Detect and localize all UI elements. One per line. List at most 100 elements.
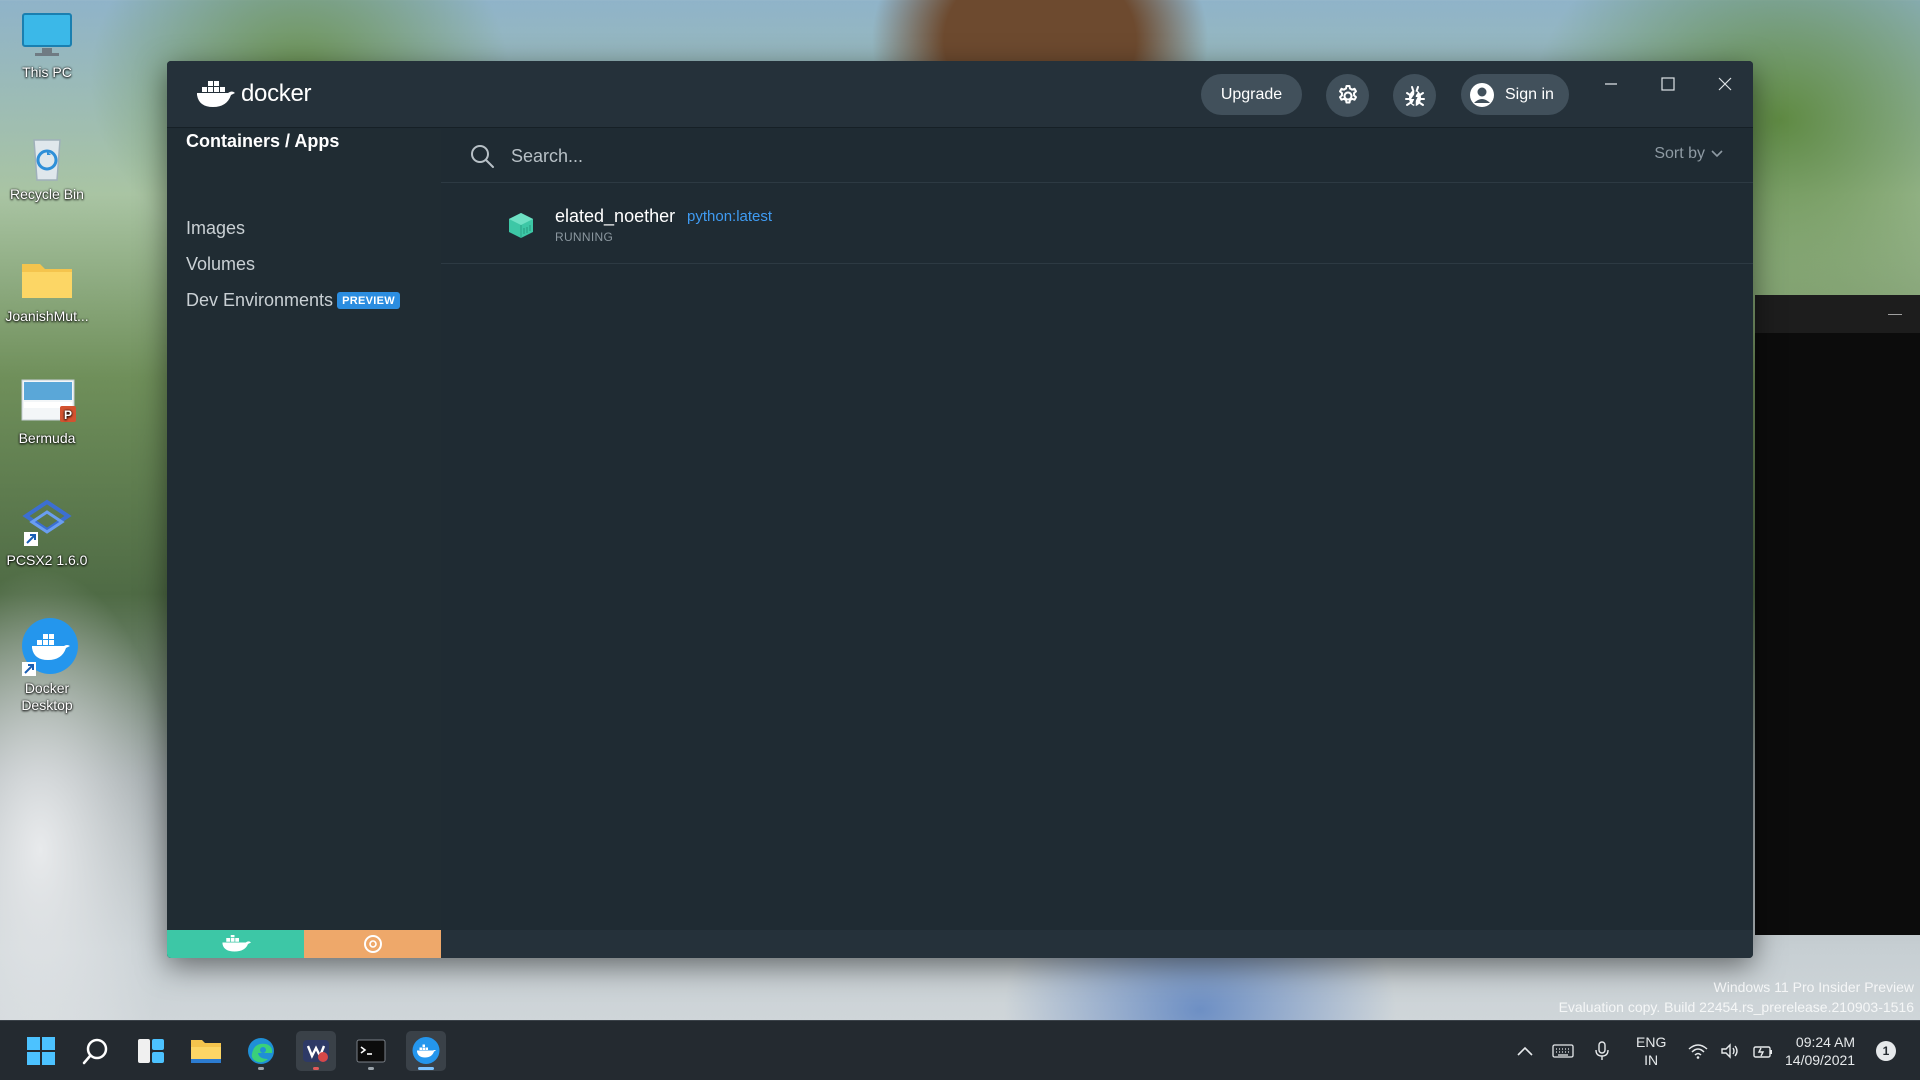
search-icon	[471, 145, 494, 168]
taskbar: ENG IN 09:24 AM 14/09/2021 1	[0, 1020, 1920, 1080]
container-image-link[interactable]: python:latest	[687, 208, 772, 225]
recycle-bin-icon	[20, 132, 74, 182]
docker-whale-icon	[412, 1037, 440, 1064]
title-bar: docker Upgrade Sign in	[167, 61, 1753, 128]
sign-in-button[interactable]: Sign in	[1461, 74, 1569, 115]
sort-by-label: Sort by	[1654, 145, 1705, 162]
language-line-2: IN	[1644, 1052, 1659, 1068]
upgrade-button[interactable]: Upgrade	[1201, 74, 1302, 115]
sidebar-item-volumes[interactable]: Volumes	[186, 254, 255, 275]
update-gear-icon	[363, 935, 382, 953]
taskbar-edge[interactable]	[241, 1031, 281, 1071]
quick-settings-button[interactable]	[1688, 1021, 1774, 1080]
edge-browser-icon	[248, 1038, 274, 1064]
user-avatar-icon	[1470, 82, 1494, 107]
powerpoint-file-icon: P	[20, 376, 76, 426]
settings-button[interactable]	[1326, 74, 1369, 117]
keyboard-icon	[1552, 1044, 1574, 1058]
engine-status-indicator[interactable]	[167, 930, 304, 958]
container-status: RUNNING	[555, 230, 614, 244]
sort-by-dropdown[interactable]: Sort by	[1654, 145, 1723, 163]
gear-icon	[1338, 84, 1357, 103]
bug-icon	[1404, 85, 1425, 106]
folder-icon	[191, 1040, 221, 1063]
task-view-button[interactable]	[131, 1031, 171, 1071]
clock[interactable]: 09:24 AM 14/09/2021	[1785, 1021, 1855, 1080]
taskbar-file-explorer[interactable]	[186, 1031, 226, 1071]
sidebar-item-dev-environments[interactable]: Dev Environments PREVIEW	[186, 290, 400, 311]
microphone-icon	[1595, 1041, 1609, 1060]
svg-text:P: P	[64, 408, 72, 422]
active-indicator	[418, 1067, 434, 1070]
main-content: Sort by elated_noether python:latest RUN…	[441, 129, 1753, 930]
maximize-icon	[1661, 77, 1675, 91]
taskbar-search-button[interactable]	[76, 1031, 116, 1071]
desktop-icon-folder[interactable]: JoanishMut...	[4, 254, 90, 325]
desktop-icon-pcsx2[interactable]: PCSX2 1.6.0	[4, 498, 90, 569]
search-bar: Sort by	[441, 129, 1753, 183]
windows-watermark: Windows 11 Pro Insider Preview Evaluatio…	[1559, 977, 1914, 1017]
minimize-icon	[1605, 83, 1617, 85]
task-view-icon	[138, 1039, 164, 1063]
language-line-1: ENG	[1636, 1034, 1667, 1050]
terminal-icon	[356, 1039, 386, 1063]
sidebar-item-label: Volumes	[186, 254, 256, 274]
desktop-icon-label: Bermuda	[18, 430, 76, 446]
volume-icon	[1721, 1043, 1738, 1059]
docker-logo-text: docker	[241, 80, 312, 107]
battery-icon	[1753, 1046, 1772, 1058]
search-icon	[82, 1038, 108, 1065]
preview-badge: PREVIEW	[337, 292, 400, 309]
clock-time: 09:24 AM	[1795, 1034, 1856, 1050]
taskbar-docker-desktop[interactable]	[406, 1031, 446, 1071]
folder-icon	[20, 254, 74, 304]
desktop-icon-label: PCSX2 1.6.0	[6, 552, 88, 568]
touch-keyboard-button[interactable]	[1552, 1021, 1574, 1080]
background-terminal-window: —	[1755, 295, 1920, 935]
taskbar-terminal[interactable]	[351, 1031, 391, 1071]
watermark-line-1: Windows 11 Pro Insider Preview	[1713, 979, 1914, 995]
docker-logo: docker	[195, 79, 312, 109]
windows-start-icon	[27, 1037, 55, 1065]
update-indicator[interactable]	[304, 930, 441, 958]
sidebar-item-images[interactable]: Images	[186, 218, 245, 239]
close-icon	[1718, 77, 1732, 91]
sign-in-label: Sign in	[1505, 85, 1554, 103]
search-input[interactable]	[511, 141, 1411, 171]
language-indicator[interactable]: ENG IN	[1636, 1021, 1666, 1080]
notification-count-badge: 1	[1876, 1041, 1896, 1061]
running-indicator	[313, 1067, 319, 1070]
troubleshoot-button[interactable]	[1393, 74, 1436, 117]
microphone-button[interactable]	[1595, 1021, 1609, 1080]
docker-whale-icon	[20, 618, 78, 676]
monitor-icon	[20, 10, 74, 60]
minimize-button[interactable]	[1589, 69, 1633, 99]
desktop-icon-docker-desktop[interactable]: Docker Desktop	[4, 618, 90, 714]
desktop-icon-recycle-bin[interactable]: Recycle Bin	[4, 132, 90, 203]
container-row[interactable]: elated_noether python:latest RUNNING	[441, 184, 1753, 264]
sidebar-nav: Images Volumes Dev Environments PREVIEW	[167, 129, 441, 930]
start-button[interactable]	[21, 1031, 61, 1071]
docker-whale-icon	[222, 935, 251, 952]
chevron-down-icon	[1711, 150, 1723, 158]
running-indicator	[258, 1067, 264, 1070]
wifi-icon	[1688, 1044, 1708, 1059]
clock-date: 14/09/2021	[1785, 1052, 1856, 1068]
show-hidden-icons-button[interactable]	[1516, 1021, 1534, 1080]
desktop-icon-label: This PC	[22, 64, 72, 80]
docker-whale-logo-icon	[197, 81, 235, 107]
sidebar-item-label: Dev Environments	[186, 290, 334, 310]
desktop-icon-this-pc[interactable]: This PC	[4, 10, 90, 81]
sidebar-item-label: Images	[186, 218, 246, 238]
maximize-button[interactable]	[1646, 69, 1690, 99]
chevron-up-icon	[1517, 1046, 1533, 1056]
taskbar-app-open[interactable]	[296, 1031, 336, 1071]
running-indicator	[368, 1067, 374, 1070]
notifications-button[interactable]: 1	[1876, 1021, 1896, 1080]
desktop-icon-label: JoanishMut...	[5, 308, 89, 324]
desktop-icon-bermuda[interactable]: P Bermuda	[4, 376, 90, 447]
pcsx2-icon	[20, 498, 74, 548]
app-icon	[303, 1040, 329, 1062]
close-button[interactable]	[1703, 69, 1747, 99]
docker-desktop-window: docker Upgrade Sign in Containers / Apps…	[167, 61, 1753, 958]
